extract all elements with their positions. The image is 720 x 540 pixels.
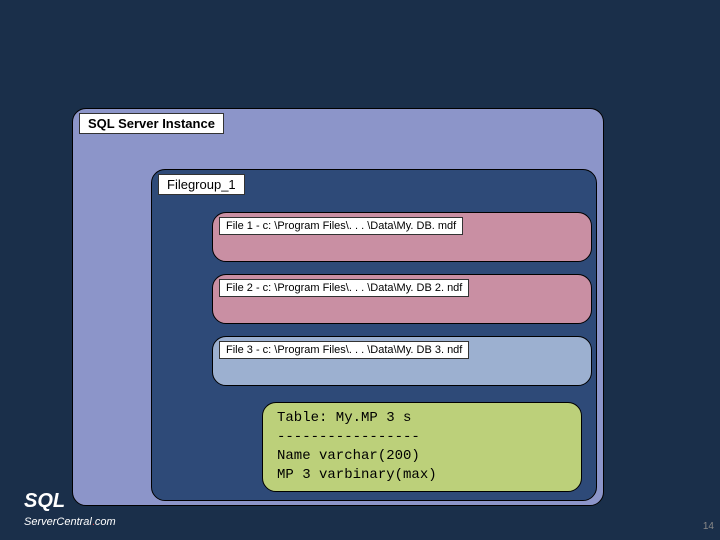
sql-server-instance-box: SQL Server Instance Filegroup_1 File 1 -… — [72, 108, 604, 506]
file-1-label: File 1 - c: \Program Files\. . . \Data\M… — [219, 217, 463, 235]
table-line-4: MP 3 varbinary(max) — [277, 466, 567, 485]
file-box-3: File 3 - c: \Program Files\. . . \Data\M… — [212, 336, 592, 386]
file-2-label: File 2 - c: \Program Files\. . . \Data\M… — [219, 279, 469, 297]
table-line-1: Table: My.MP 3 s — [277, 409, 567, 428]
filegroup-label: Filegroup_1 — [158, 174, 245, 195]
file-box-1: File 1 - c: \Program Files\. . . \Data\M… — [212, 212, 592, 262]
file-box-2: File 2 - c: \Program Files\. . . \Data\M… — [212, 274, 592, 324]
table-line-3: Name varchar(200) — [277, 447, 567, 466]
logo-main: SQL — [24, 490, 65, 512]
page-number: 14 — [703, 521, 714, 532]
file-3-label: File 3 - c: \Program Files\. . . \Data\M… — [219, 341, 469, 359]
table-line-2: ----------------- — [277, 428, 567, 447]
sql-server-instance-label: SQL Server Instance — [79, 113, 224, 134]
table-definition-box: Table: My.MP 3 s ----------------- Name … — [262, 402, 582, 492]
sqlservercentral-logo: SQL ServerCentral.com — [24, 492, 116, 528]
filegroup-box: Filegroup_1 File 1 - c: \Program Files\.… — [151, 169, 597, 501]
logo-sub-suffix: com — [95, 516, 116, 528]
logo-sub-prefix: ServerCentral — [24, 516, 92, 528]
